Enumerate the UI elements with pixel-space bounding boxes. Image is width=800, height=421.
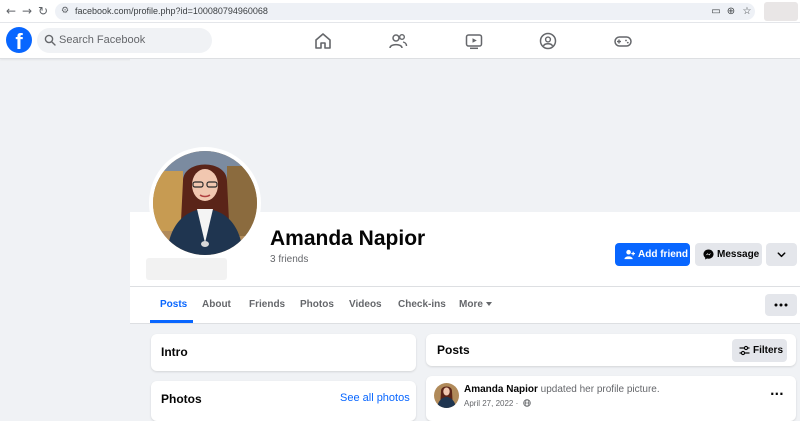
post-author-name[interactable]: Amanda Napior	[464, 384, 538, 395]
tab-about[interactable]: About	[202, 299, 231, 311]
tab-photos[interactable]: Photos	[300, 299, 334, 311]
home-icon[interactable]	[313, 31, 333, 51]
site-info-icon[interactable]: ⚙	[61, 6, 72, 17]
add-friend-icon	[624, 249, 635, 260]
profile-picture[interactable]	[153, 151, 257, 255]
message-button[interactable]: Message	[695, 243, 762, 266]
messenger-icon	[703, 249, 714, 260]
post-options-icon[interactable]: ···	[770, 388, 784, 400]
message-label: Message	[717, 249, 760, 260]
post-author-avatar[interactable]	[434, 383, 459, 408]
see-all-photos-link[interactable]: See all photos	[340, 392, 410, 405]
blurred-region	[146, 258, 227, 280]
intro-title: Intro	[161, 345, 188, 359]
search-input[interactable]: Search Facebook	[37, 28, 212, 53]
gaming-icon[interactable]	[613, 31, 633, 51]
filters-button[interactable]: Filters	[732, 339, 787, 362]
groups-icon[interactable]	[538, 31, 558, 51]
post-avatar-image	[434, 383, 459, 408]
friends-count[interactable]: 3 friends	[270, 254, 308, 266]
facebook-header: f Search Facebook	[0, 23, 800, 59]
back-icon[interactable]: ←	[4, 4, 18, 18]
search-placeholder: Search Facebook	[59, 34, 146, 46]
tabs-more-options-button[interactable]	[765, 294, 797, 316]
cast-icon[interactable]: ▭	[710, 6, 722, 18]
photos-title: Photos	[161, 392, 202, 406]
profile-photo-image	[153, 151, 257, 255]
active-tab-indicator	[150, 320, 193, 323]
tab-more[interactable]: More	[459, 299, 483, 311]
globe-icon	[522, 399, 531, 407]
watch-icon[interactable]	[464, 31, 484, 51]
reload-icon[interactable]: ↻	[36, 4, 50, 18]
bookmark-star-icon[interactable]: ☆	[741, 6, 753, 18]
browser-toolbar: ← → ↻ ⚙ facebook.com/profile.php?id=1000…	[0, 0, 800, 23]
intro-card: Intro	[151, 334, 416, 371]
url-text: facebook.com/profile.php?id=100080794960…	[75, 6, 268, 16]
photos-card: Photos See all photos	[151, 381, 416, 421]
tab-check-ins[interactable]: Check-ins	[398, 299, 446, 311]
more-dots-icon	[774, 303, 788, 307]
tab-friends[interactable]: Friends	[249, 299, 285, 311]
add-friend-label: Add friend	[638, 249, 688, 260]
zoom-icon[interactable]: ⊕	[725, 6, 737, 18]
forward-icon[interactable]: →	[20, 4, 34, 18]
address-bar[interactable]: ⚙ facebook.com/profile.php?id=1000807949…	[55, 3, 755, 20]
facebook-logo-icon[interactable]: f	[6, 27, 32, 53]
add-friend-button[interactable]: Add friend	[615, 243, 690, 266]
post-date-text[interactable]: April 27, 2022 ·	[464, 399, 518, 408]
caret-down-icon	[486, 302, 492, 306]
profile-more-button[interactable]	[766, 243, 797, 266]
post-date: April 27, 2022 ·	[464, 398, 531, 409]
filters-label: Filters	[753, 345, 784, 356]
posts-title: Posts	[437, 343, 470, 357]
browser-profile-chip[interactable]	[764, 2, 798, 21]
post-header-text: Amanda Napior updated her profile pictur…	[464, 384, 660, 396]
tab-videos[interactable]: Videos	[349, 299, 382, 311]
profile-name: Amanda Napior	[270, 227, 426, 250]
tab-posts[interactable]: Posts	[160, 299, 187, 311]
post-action-text: updated her profile picture.	[537, 384, 660, 395]
filters-icon	[739, 345, 750, 356]
chevron-down-icon	[777, 252, 786, 258]
search-icon	[44, 34, 56, 46]
friends-icon[interactable]	[388, 31, 408, 51]
